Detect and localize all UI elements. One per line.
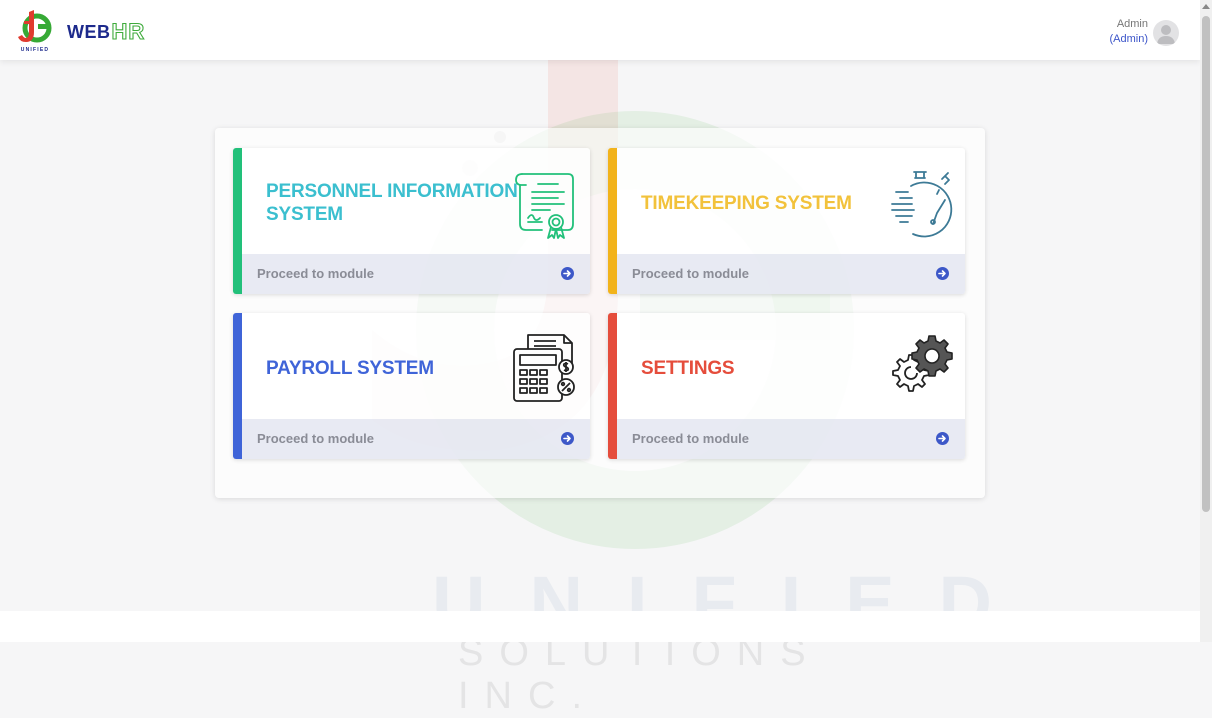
proceed-label: Proceed to module [257,431,375,446]
card-title: SETTINGS [641,357,735,380]
card-accent-bar [233,148,242,294]
user-role: (Admin) [1109,33,1148,45]
arrow-right-circle-icon[interactable] [561,267,574,280]
proceed-label: Proceed to module [257,266,375,281]
webhr-brand[interactable]: WEB HR [67,18,146,45]
brand-hr-text: HR [111,18,146,44]
brand-web-text: WEB [67,21,111,42]
gears-icon [883,333,955,410]
card-title: TIMEKEEPING SYSTEM [641,192,852,215]
arrow-right-circle-icon[interactable] [936,267,949,280]
card-body: TIMEKEEPING SYSTEM [617,148,965,254]
card-body: PERSONNEL INFORMATION SYSTEM [242,148,590,254]
card-title: PERSONNEL INFORMATION SYSTEM [266,180,518,226]
unified-logo-icon[interactable]: UNIFIED [16,10,54,54]
card-accent-bar [608,148,617,294]
card-footer[interactable]: Proceed to module [617,254,965,294]
module-card-personnel[interactable]: PERSONNEL INFORMATION SYSTEM Proceed to … [233,148,590,294]
user-name: Admin [1116,18,1148,30]
calculator-icon [510,333,580,410]
card-title-line2: SYSTEM [266,204,343,225]
top-header: UNIFIED WEB HR Admin (Admin) [0,0,1200,60]
card-title: PAYROLL SYSTEM [266,357,434,380]
user-menu[interactable]: Admin (Admin) [1109,17,1148,47]
card-title-line1: PERSONNEL INFORMATION [266,181,518,202]
card-title-line1: PAYROLL SYSTEM [266,358,434,379]
bottom-strip [0,611,1200,642]
scroll-up-arrow-icon[interactable] [1202,4,1210,9]
scroll-thumb[interactable] [1202,16,1210,512]
proceed-label: Proceed to module [632,266,750,281]
certificate-icon [512,170,578,245]
card-footer[interactable]: Proceed to module [617,419,965,459]
vertical-scrollbar[interactable] [1200,0,1212,642]
card-body: SETTINGS [617,313,965,419]
arrow-right-circle-icon[interactable] [561,432,574,445]
card-title-line1: SETTINGS [641,358,735,379]
module-card-settings[interactable]: SETTINGS Proceed to module [608,313,965,459]
proceed-label: Proceed to module [632,431,750,446]
card-footer[interactable]: Proceed to module [242,254,590,294]
watermark-solutions: SOLUTIONS INC. [458,632,822,717]
arrow-right-circle-icon[interactable] [936,432,949,445]
card-title-line1: TIMEKEEPING SYSTEM [641,193,852,214]
stopwatch-icon [887,168,955,245]
svg-text:UNIFIED: UNIFIED [21,47,49,53]
module-card-timekeeping[interactable]: TIMEKEEPING SYSTEM Proceed to module [608,148,965,294]
card-accent-bar [608,313,617,459]
module-card-payroll[interactable]: PAYROLL SYSTEM Proceed to module [233,313,590,459]
module-panel: PERSONNEL INFORMATION SYSTEM Proceed to … [215,128,985,498]
card-body: PAYROLL SYSTEM [242,313,590,419]
avatar[interactable] [1153,20,1179,46]
card-accent-bar [233,313,242,459]
card-footer[interactable]: Proceed to module [242,419,590,459]
user-avatar-icon [1157,25,1175,44]
